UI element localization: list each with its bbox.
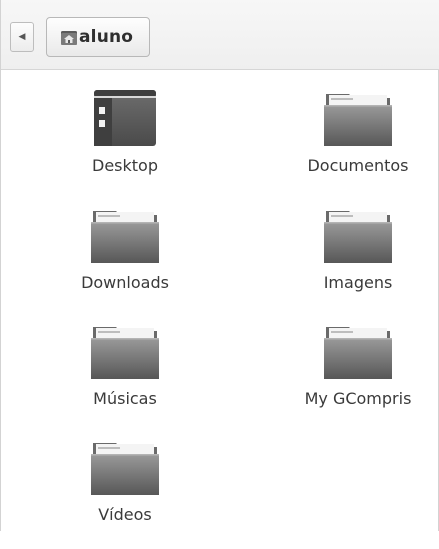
- folder-icon: [324, 94, 392, 146]
- item-label: My GCompris: [304, 389, 412, 408]
- path-label: aluno: [79, 27, 134, 47]
- folder-icon: [324, 327, 392, 379]
- item-musicas[interactable]: Músicas: [45, 323, 205, 433]
- path-button-home[interactable]: aluno: [46, 17, 150, 57]
- home-folder-icon: [61, 31, 77, 45]
- item-label: Vídeos: [98, 505, 152, 524]
- item-label: Músicas: [93, 389, 157, 408]
- path-back-button[interactable]: ◀: [10, 22, 34, 52]
- item-label: Documentos: [307, 156, 409, 175]
- path-bar: ◀ aluno: [1, 0, 439, 70]
- desktop-folder-icon: [94, 90, 156, 146]
- item-videos[interactable]: Vídeos: [45, 439, 205, 549]
- item-label: Downloads: [81, 273, 169, 292]
- folder-icon: [91, 211, 159, 263]
- item-desktop[interactable]: Desktop: [45, 90, 205, 200]
- item-my-gcompris[interactable]: My GCompris: [278, 323, 438, 433]
- item-downloads[interactable]: Downloads: [45, 207, 205, 317]
- folder-icon: [324, 211, 392, 263]
- left-arrow-icon: ◀: [18, 32, 26, 42]
- icon-view: Desktop Documentos Downloads Imagens Mús…: [1, 70, 439, 531]
- item-label: Desktop: [92, 156, 158, 175]
- item-imagens[interactable]: Imagens: [278, 207, 438, 317]
- file-manager-window: ◀ aluno Desktop Documentos Downloads Ima…: [0, 0, 439, 531]
- folder-icon: [91, 327, 159, 379]
- item-label: Imagens: [323, 273, 393, 292]
- item-documentos[interactable]: Documentos: [278, 90, 438, 200]
- folder-icon: [91, 443, 159, 495]
